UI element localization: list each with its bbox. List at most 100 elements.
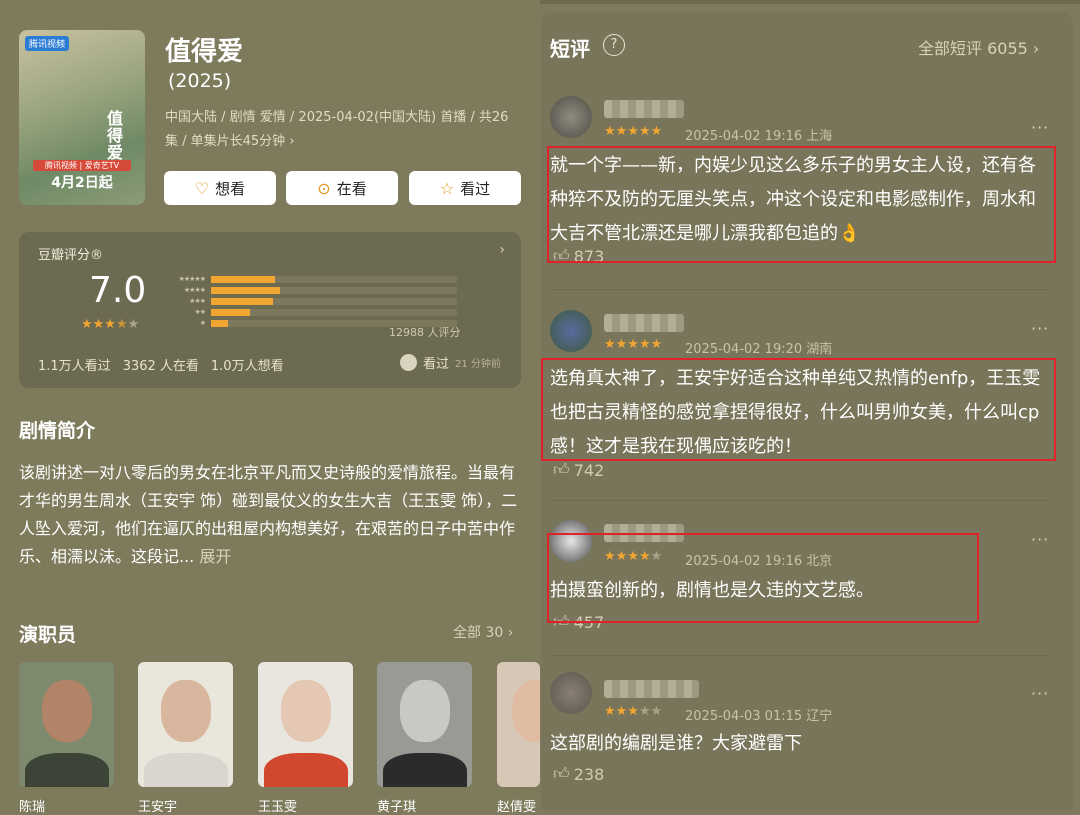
like-count: 238 [573,764,605,784]
rating-bar-fill [211,319,229,327]
rating-bar-stars: ★★ [194,308,206,316]
watching-label: 在看 [336,179,367,198]
rating-label: 豆瓣评分® [38,248,104,263]
rating-bar-track [211,308,457,316]
cast-card[interactable] [258,662,353,787]
review-stars: ★★★★★ [604,337,663,352]
review-meta: 2025-04-03 01:15 辽宁 [685,709,833,724]
watched-label: 看过 [460,179,491,198]
watched-count: 1.1万人看过 [38,359,111,374]
all-reviews-link[interactable]: 全部短评 6055 › [918,35,1039,59]
like-button[interactable]: 👍︎ 742 [553,460,604,480]
summary-text: 该剧讲述一对八零后的男女在北京平凡而又史诗般的爱情旅程。当最有才华的男生周水（王… [19,463,518,566]
summary-text-block: 该剧讲述一对八零后的男女在北京平凡而又史诗般的爱情旅程。当最有才华的男生周水（王… [19,459,519,571]
page-title: 值得爱 [165,37,244,67]
rating-bar-row: ★★ [161,307,457,317]
rating-footer: 1.1万人看过 3362 人在看 1.0万人想看 [38,355,284,374]
username-blurred[interactable] [604,314,684,332]
watching-count: 3362 人在看 [122,359,199,374]
avatar [400,354,417,371]
cast-photo-body [382,753,467,787]
heart-plus-icon: ♡ [194,178,210,198]
cast-photo [160,680,211,742]
more-options-icon[interactable]: ··· [1031,319,1049,338]
rating-bar-stars: ★ [199,319,206,327]
rating-bar-fill [211,286,280,294]
divider [550,289,1050,290]
friend-activity[interactable]: 看过 21 分钟前 [400,353,501,372]
cast-photo-body [24,753,109,787]
star-icon: ☆ [439,178,455,198]
thumb-up-icon: 👍︎ [553,460,570,479]
avatar[interactable] [550,310,592,352]
poster-platform: 腾讯视频 | 爱奇艺TV [33,160,131,171]
more-options-icon[interactable]: ··· [1031,684,1049,703]
rating-bar-fill [211,297,273,305]
friend-time: 21 分钟前 [455,359,501,370]
divider [550,500,1050,501]
cast-card[interactable] [138,662,233,787]
poster-date: 4月2日起 [51,175,113,191]
cast-photo-body [143,753,228,787]
wish-count: 1.0万人想看 [210,359,284,374]
poster-badge: 腾讯视频 [25,36,70,51]
avatar[interactable] [550,672,592,714]
rating-bar-stars: ★★★★★ [178,275,206,283]
cast-name: 黄子琪 [377,800,417,815]
watching-button[interactable]: ⊙ 在看 [286,171,398,205]
help-icon[interactable]: ? [603,34,625,56]
review-meta: 2025-04-02 19:20 湖南 [685,342,833,357]
cast-name: 赵倩雯 [497,800,537,815]
rating-stars: ★★★★★ [81,317,140,332]
short-review-heading: 短评 [550,37,590,61]
review-text: 这部剧的编剧是谁？大家避雷下 [550,733,802,754]
cast-photo [512,680,540,742]
cast-card[interactable] [497,662,540,787]
friend-status: 看过 [423,357,450,372]
cast-name: 陈瑞 [19,800,46,815]
like-count: 742 [573,460,605,480]
chevron-right-icon: › [499,242,505,258]
rating-count: 12988 人评分 [389,326,461,339]
movie-meta[interactable]: 中国大陆 / 剧情 爱情 / 2025-04-02(中国大陆) 首播 / 共26… [165,106,510,154]
expand-link[interactable]: 展开 [199,547,231,566]
username-blurred[interactable] [604,680,699,698]
cast-photo-body [263,753,348,787]
avatar[interactable] [550,96,592,138]
rating-bar-fill [211,308,251,316]
rating-bar-row: ★★★★ [161,285,457,295]
review-meta: 2025-04-02 19:16 上海 [685,129,833,144]
more-options-icon[interactable]: ··· [1031,530,1049,549]
highlight-box [541,358,1056,461]
cast-photo [399,680,450,742]
rating-bar-stars: ★★★★ [183,286,206,294]
movie-poster[interactable]: 腾讯视频 值得爱 腾讯视频 | 爱奇艺TV 4月2日起 [19,30,145,205]
want-to-watch-button[interactable]: ♡ 想看 [164,171,276,205]
cast-name: 王玉雯 [258,800,298,815]
rating-card[interactable]: 豆瓣评分® › 7.0 ★★★★★ ★★★★★ ★★★★ ★★★ ★★ ★ 12988 … [19,232,521,388]
watched-button[interactable]: ☆ 看过 [409,171,521,205]
username-blurred[interactable] [604,100,684,118]
cast-photo [280,680,331,742]
rating-bar-stars: ★★★ [189,297,206,305]
summary-heading: 剧情简介 [19,420,96,442]
cast-all-link[interactable]: 全部 30 › [453,622,513,642]
want-to-watch-label: 想看 [215,179,246,198]
review-stars: ★★★★★ [604,704,663,719]
poster-title-art: 值得爱 [107,109,124,162]
review-stars: ★★★★★ [604,124,663,139]
cast-photo [41,680,92,742]
like-button[interactable]: 👍︎ 238 [553,764,604,784]
cast-card[interactable] [19,662,114,787]
cast-card[interactable] [377,662,472,787]
rating-score: 7.0 [89,270,147,311]
rating-bar-track [211,286,457,294]
cast-heading: 演职员 [19,624,77,646]
rating-bar-row: ★★★ [161,296,457,306]
divider [550,655,1050,656]
cast-name: 王安宇 [138,800,178,815]
more-options-icon[interactable]: ··· [1031,118,1049,137]
rating-bar-row: ★★★★★ [161,274,457,284]
rating-bar-track [211,297,457,305]
highlight-box [547,533,979,623]
